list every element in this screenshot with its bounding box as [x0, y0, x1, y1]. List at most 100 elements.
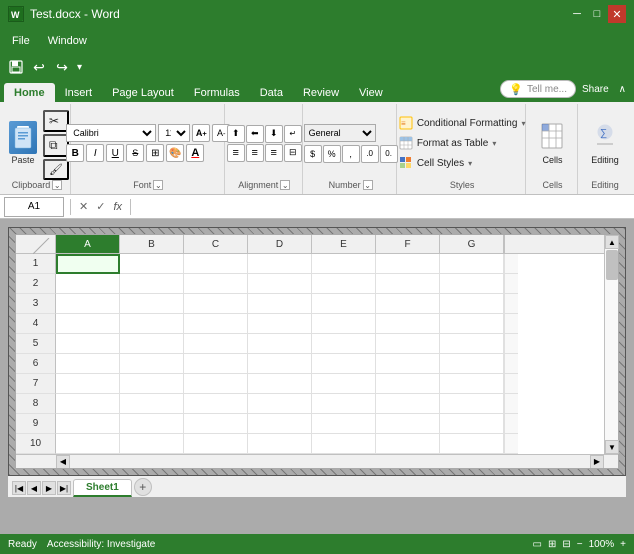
- align-left-button[interactable]: ≡: [227, 144, 245, 162]
- cell-B9[interactable]: [120, 414, 184, 434]
- number-expand-button[interactable]: ⌄: [363, 180, 373, 190]
- close-button[interactable]: ✕: [608, 5, 626, 23]
- cell-D1[interactable]: [248, 254, 312, 274]
- strikethrough-button[interactable]: S: [126, 144, 144, 162]
- cell-F9[interactable]: [376, 414, 440, 434]
- scroll-down-button[interactable]: ▼: [605, 440, 619, 454]
- row-header-10[interactable]: 10: [16, 434, 56, 454]
- scroll-left-button[interactable]: ◀: [56, 455, 70, 469]
- save-qa-button[interactable]: [6, 57, 26, 77]
- col-header-F[interactable]: F: [376, 235, 440, 253]
- font-size-selector[interactable]: 11: [158, 124, 190, 142]
- undo-button[interactable]: ↩: [29, 57, 49, 77]
- cell-C9[interactable]: [184, 414, 248, 434]
- cell-A5[interactable]: [56, 334, 120, 354]
- view-pagebreak-icon[interactable]: ⊟: [562, 539, 570, 550]
- cell-F1[interactable]: [376, 254, 440, 274]
- cell-A1[interactable]: [56, 254, 120, 274]
- cell-C10[interactable]: [184, 434, 248, 454]
- tab-view[interactable]: View: [349, 83, 393, 102]
- cell-C5[interactable]: [184, 334, 248, 354]
- row-header-1[interactable]: 1: [16, 254, 56, 274]
- view-layout-icon[interactable]: ⊞: [548, 539, 556, 550]
- cells-button[interactable]: Cells: [534, 109, 570, 177]
- cell-A7[interactable]: [56, 374, 120, 394]
- col-header-B[interactable]: B: [120, 235, 184, 253]
- row-header-6[interactable]: 6: [16, 354, 56, 374]
- cell-D4[interactable]: [248, 314, 312, 334]
- formula-input[interactable]: [137, 197, 630, 217]
- align-center-button[interactable]: ≡: [246, 144, 264, 162]
- cell-G3[interactable]: [440, 294, 504, 314]
- share-button[interactable]: Share: [582, 84, 609, 95]
- cell-E1[interactable]: [312, 254, 376, 274]
- cell-C6[interactable]: [184, 354, 248, 374]
- cell-F3[interactable]: [376, 294, 440, 314]
- col-header-G[interactable]: G: [440, 235, 504, 253]
- horizontal-scrollbar[interactable]: ◀ ▶: [16, 454, 618, 468]
- cell-B4[interactable]: [120, 314, 184, 334]
- formula-confirm-button[interactable]: ✓: [94, 200, 107, 213]
- tell-me-box[interactable]: 💡 Tell me...: [500, 80, 576, 98]
- cell-G1[interactable]: [440, 254, 504, 274]
- v-scroll-thumb[interactable]: [606, 250, 618, 280]
- minimize-button[interactable]: ─: [568, 5, 586, 23]
- top-align-button[interactable]: ⬆: [227, 125, 245, 143]
- cell-reference-input[interactable]: [4, 197, 64, 217]
- comma-button[interactable]: ,: [342, 145, 360, 163]
- currency-button[interactable]: $: [304, 145, 322, 163]
- tab-insert[interactable]: Insert: [55, 83, 103, 102]
- cell-A6[interactable]: [56, 354, 120, 374]
- sheet-nav-next[interactable]: ▶: [42, 481, 56, 495]
- tab-review[interactable]: Review: [293, 83, 349, 102]
- percent-button[interactable]: %: [323, 145, 341, 163]
- cell-B8[interactable]: [120, 394, 184, 414]
- cell-E6[interactable]: [312, 354, 376, 374]
- tab-data[interactable]: Data: [250, 83, 293, 102]
- cell-D6[interactable]: [248, 354, 312, 374]
- cell-B5[interactable]: [120, 334, 184, 354]
- zoom-in-icon[interactable]: +: [620, 539, 626, 550]
- cell-B10[interactable]: [120, 434, 184, 454]
- tab-formulas[interactable]: Formulas: [184, 83, 250, 102]
- cell-F2[interactable]: [376, 274, 440, 294]
- cell-C4[interactable]: [184, 314, 248, 334]
- row-header-3[interactable]: 3: [16, 294, 56, 314]
- cell-D2[interactable]: [248, 274, 312, 294]
- sheet-tab-sheet1[interactable]: Sheet1: [73, 479, 132, 497]
- cell-D9[interactable]: [248, 414, 312, 434]
- cell-D8[interactable]: [248, 394, 312, 414]
- cell-D5[interactable]: [248, 334, 312, 354]
- cell-E7[interactable]: [312, 374, 376, 394]
- wrap-text-button[interactable]: ↵: [284, 125, 302, 143]
- cell-D3[interactable]: [248, 294, 312, 314]
- cell-E2[interactable]: [312, 274, 376, 294]
- menu-window[interactable]: Window: [40, 33, 95, 49]
- bold-button[interactable]: B: [66, 144, 84, 162]
- col-header-C[interactable]: C: [184, 235, 248, 253]
- cell-E8[interactable]: [312, 394, 376, 414]
- sheet-nav-prev[interactable]: ◀: [27, 481, 41, 495]
- cell-G2[interactable]: [440, 274, 504, 294]
- tab-page-layout[interactable]: Page Layout: [102, 83, 184, 102]
- fill-color-button[interactable]: 🎨: [166, 144, 184, 162]
- cell-C8[interactable]: [184, 394, 248, 414]
- vertical-scrollbar[interactable]: ▲ ▼: [604, 235, 618, 454]
- cell-A8[interactable]: [56, 394, 120, 414]
- merge-cells-button[interactable]: ⊟: [284, 144, 302, 162]
- cell-A4[interactable]: [56, 314, 120, 334]
- cell-C7[interactable]: [184, 374, 248, 394]
- cell-E4[interactable]: [312, 314, 376, 334]
- sheet-nav-last[interactable]: ▶|: [57, 481, 71, 495]
- row-header-5[interactable]: 5: [16, 334, 56, 354]
- italic-button[interactable]: I: [86, 144, 104, 162]
- row-header-7[interactable]: 7: [16, 374, 56, 394]
- zoom-out-icon[interactable]: −: [577, 539, 583, 550]
- cell-E5[interactable]: [312, 334, 376, 354]
- cell-A3[interactable]: [56, 294, 120, 314]
- borders-button[interactable]: ⊞: [146, 144, 164, 162]
- cell-B7[interactable]: [120, 374, 184, 394]
- increase-decimal-button[interactable]: .0: [361, 145, 379, 163]
- add-sheet-button[interactable]: +: [134, 478, 152, 496]
- row-header-8[interactable]: 8: [16, 394, 56, 414]
